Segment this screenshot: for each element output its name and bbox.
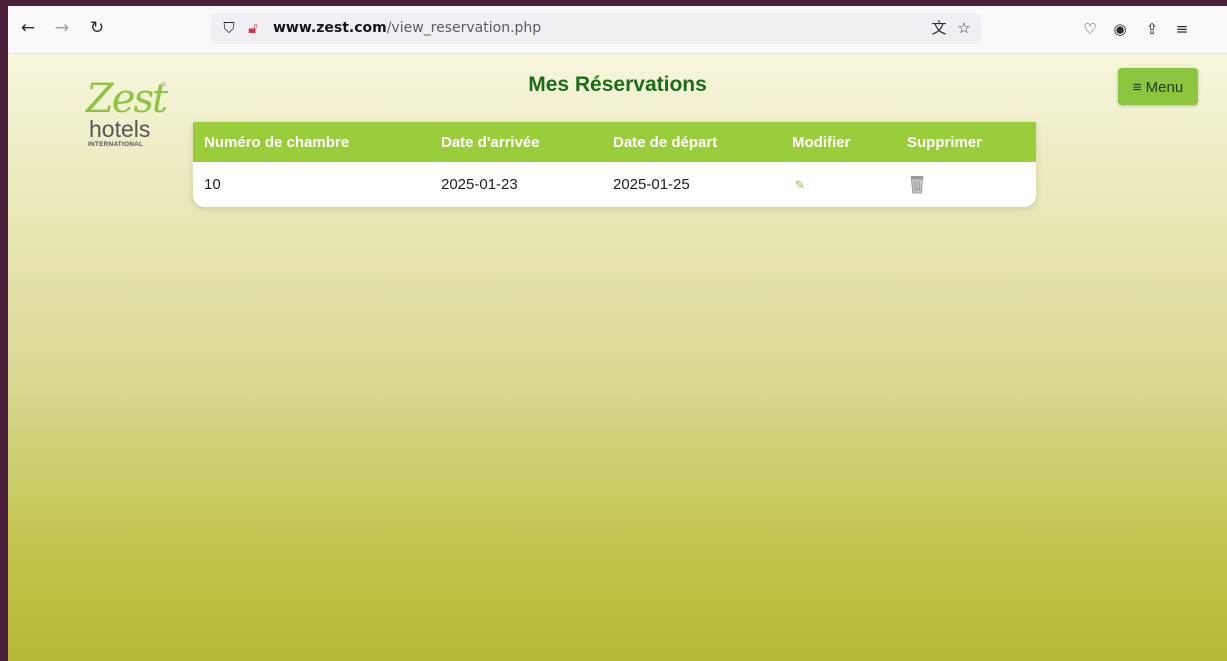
translate-icon[interactable]: 文 (929, 18, 949, 38)
reservations-table: Numéro de chambre Date d'arrivée Date de… (193, 122, 1036, 207)
reload-icon[interactable]: ↻ (87, 18, 107, 38)
logo-word: hotels (89, 116, 151, 142)
column-header-room: Numéro de chambre (193, 122, 430, 162)
cell-departure: 2025-01-25 (613, 176, 690, 193)
page-content: Zest ® hotels INTERNATIONAL Mes Réservat… (8, 54, 1227, 661)
trash-icon[interactable] (910, 175, 924, 194)
table-header-row: Numéro de chambre Date d'arrivée Date de… (193, 122, 1036, 162)
column-header-departure: Date de départ (602, 122, 781, 162)
menu-button[interactable]: ≡ Menu (1118, 68, 1198, 105)
column-header-delete: Supprimer (896, 122, 1036, 162)
back-arrow-icon[interactable]: ← (18, 18, 38, 38)
column-header-edit: Modifier (781, 122, 896, 162)
cell-arrival: 2025-01-23 (441, 176, 518, 193)
table-row: 10 2025-01-23 2025-01-25 ✎ (193, 162, 1036, 207)
address-bar[interactable]: ⛉ 🔓︎ www.zest.com/view_reservation.php 文… (211, 13, 981, 44)
cell-room: 10 (204, 176, 221, 193)
pocket-icon[interactable]: ♡ (1080, 18, 1100, 40)
bookmark-star-icon[interactable]: ☆ (954, 18, 974, 38)
insecure-lock-icon[interactable]: 🔓︎ (243, 18, 263, 38)
forward-arrow-icon[interactable]: → (52, 18, 72, 38)
extensions-icon[interactable]: ⇪ (1142, 18, 1162, 40)
browser-toolbar: ← → ↻ ⛉ 🔓︎ www.zest.com/view_reservation… (8, 6, 1227, 54)
page-title: Mes Réservations (528, 73, 707, 96)
pencil-icon[interactable]: ✎ (792, 178, 805, 192)
shield-icon[interactable]: ⛉ (219, 18, 239, 38)
account-icon[interactable]: ◉ (1110, 18, 1130, 40)
logo-sub: INTERNATIONAL (88, 141, 144, 148)
cell-delete (896, 162, 1036, 207)
browser-window: ← → ↻ ⛉ 🔓︎ www.zest.com/view_reservation… (8, 6, 1227, 661)
url-text[interactable]: www.zest.com/view_reservation.php (273, 20, 541, 36)
column-header-arrival: Date d'arrivée (430, 122, 602, 162)
app-menu-icon[interactable]: ≡ (1172, 18, 1192, 40)
cell-edit: ✎ (781, 162, 896, 207)
